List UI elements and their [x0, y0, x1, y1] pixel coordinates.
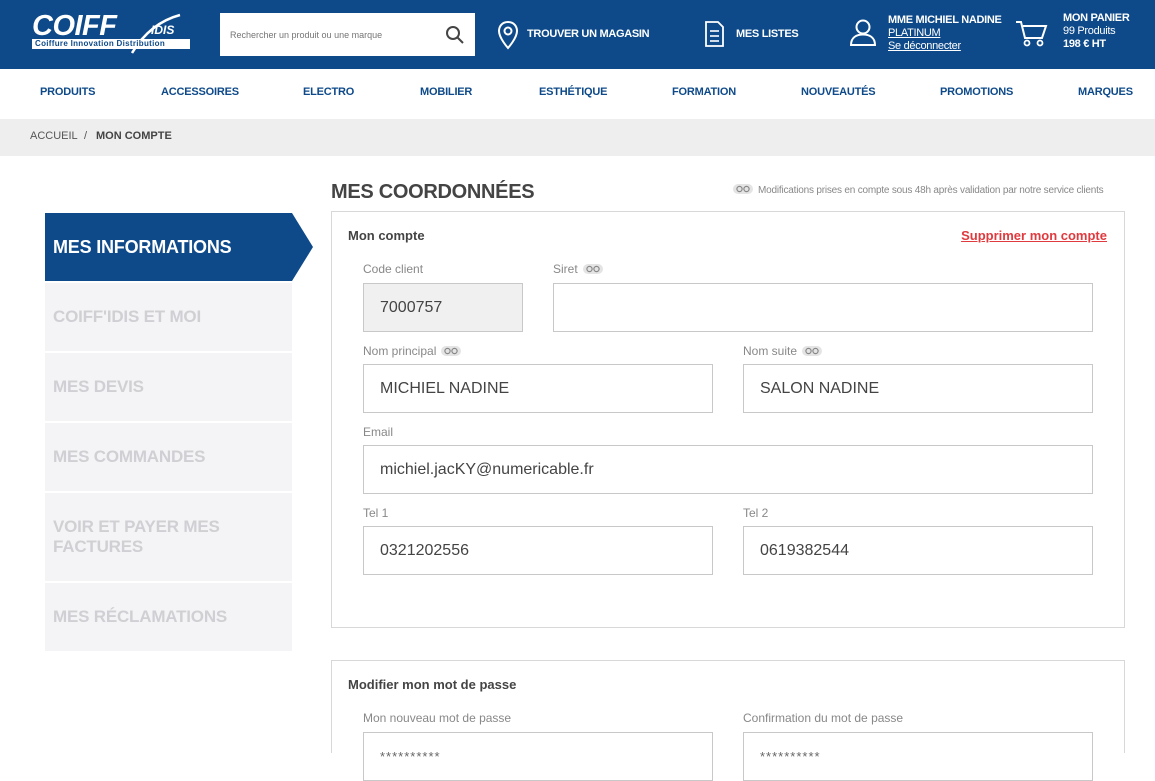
page-title: MES COORDONNÉES [331, 181, 535, 203]
new-password-label: Mon nouveau mot de passe [363, 711, 512, 725]
account-panel-title: Mon compte [348, 228, 425, 243]
breadcrumb-current: MON COMPTE [96, 130, 172, 142]
delete-account-link[interactable]: Supprimer mon compte [961, 228, 1107, 243]
find-store-link[interactable]: TROUVER UN MAGASIN [527, 28, 650, 40]
account-name: MME MICHIEL NADINE [888, 14, 1002, 26]
logout-link[interactable]: Se déconnecter [888, 40, 1002, 53]
search-input[interactable] [220, 13, 440, 56]
cart-count: 99 Produits [1063, 25, 1116, 37]
cart-icon[interactable] [1014, 18, 1050, 48]
glasses-icon [582, 264, 603, 274]
sidebar-item-mes-devis[interactable]: MES DEVIS [45, 353, 292, 421]
sidebar-item-label: COIFF'IDIS ET MOI [53, 307, 201, 326]
validation-notice-text: Modifications prises en compte sous 48h … [758, 185, 1104, 196]
password-panel-title: Modifier mon mot de passe [348, 677, 517, 692]
new-password-field[interactable]: ********** [363, 732, 713, 781]
cart-summary[interactable]: MON PANIER 99 Produits 198 € HT [1063, 12, 1130, 51]
email-field[interactable]: michiel.jacKY@numericable.fr [363, 445, 1093, 494]
tel1-field[interactable]: 0321202556 [363, 526, 713, 575]
sidebar-item-label: MES COMMANDES [53, 447, 206, 466]
nav-item-accessoires[interactable]: ACCESSOIRES [161, 86, 239, 98]
validation-notice: Modifications prises en compte sous 48h … [733, 184, 1104, 196]
nav-item-marques[interactable]: MARQUES [1078, 86, 1133, 98]
sidebar-item-label: MES INFORMATIONS [53, 237, 232, 257]
password-panel: Modifier mon mot de passe Mon nouveau mo… [331, 660, 1125, 781]
breadcrumb-home[interactable]: ACCUEIL [30, 130, 78, 142]
nav-item-produits[interactable]: PRODUITS [40, 86, 95, 98]
list-icon[interactable] [703, 20, 725, 48]
sidebar-item-label: MES RÉCLAMATIONS [53, 607, 228, 626]
cart-total: 198 € HT [1063, 38, 1106, 50]
my-lists-link[interactable]: MES LISTES [736, 28, 799, 40]
main-nav: PRODUITS ACCESSOIRES ELECTRO MOBILIER ES… [0, 69, 1155, 119]
nav-item-mobilier[interactable]: MOBILIER [420, 86, 472, 98]
code-client-label: Code client [363, 262, 424, 276]
nom-suite-field[interactable]: SALON NADINE [743, 364, 1093, 413]
coiffidis-logo[interactable]: COIFF IDIS Coiffure Innovation Distribut… [30, 11, 190, 55]
tel1-label: Tel 1 [363, 506, 389, 520]
confirm-password-label: Confirmation du mot de passe [743, 711, 904, 725]
nav-item-esthetique[interactable]: ESTHÉTIQUE [539, 86, 607, 98]
logo-suffix-text: IDIS [151, 23, 175, 37]
nom-principal-label: Nom principal [363, 344, 462, 358]
nav-item-formation[interactable]: FORMATION [672, 86, 736, 98]
map-pin-icon[interactable] [497, 20, 519, 50]
nom-suite-label-text: Nom suite [743, 344, 798, 358]
nom-principal-label-text: Nom principal [363, 344, 437, 358]
breadcrumb: ACCUEIL / MON COMPTE [0, 119, 1155, 156]
sidebar-item-coiffidis-et-moi[interactable]: COIFF'IDIS ET MOI [45, 283, 292, 351]
user-icon[interactable] [848, 17, 878, 47]
breadcrumb-separator: / [84, 130, 88, 142]
account-tier-link[interactable]: PLATINUM [888, 27, 1002, 40]
siret-label: Siret [553, 262, 603, 276]
account-panel: Mon compte Supprimer mon compte Code cli… [331, 211, 1125, 628]
tel2-field[interactable]: 0619382544 [743, 526, 1093, 575]
cart-title: MON PANIER [1063, 12, 1130, 24]
glasses-icon [441, 346, 462, 356]
account-summary: MME MICHIEL NADINE PLATINUM Se déconnect… [888, 14, 1002, 53]
sidebar-item-factures[interactable]: VOIR ET PAYER MES FACTURES [45, 493, 292, 581]
siret-field[interactable] [553, 283, 1093, 332]
logo-tagline: Coiffure Innovation Distribution [32, 39, 190, 49]
code-client-field: 7000757 [363, 283, 523, 332]
sidebar-item-label: VOIR ET PAYER MES FACTURES [53, 517, 220, 556]
glasses-icon [802, 346, 823, 356]
sidebar-item-mes-reclamations[interactable]: MES RÉCLAMATIONS [45, 583, 292, 651]
sidebar-item-mes-informations[interactable]: MES INFORMATIONS [45, 213, 313, 281]
nom-principal-field[interactable]: MICHIEL NADINE [363, 364, 713, 413]
nav-item-promotions[interactable]: PROMOTIONS [940, 86, 1013, 98]
sidebar-item-mes-commandes[interactable]: MES COMMANDES [45, 423, 292, 491]
search-box [220, 13, 475, 56]
email-label: Email [363, 425, 394, 439]
nav-item-nouveautes[interactable]: NOUVEAUTÉS [801, 86, 876, 98]
siret-label-text: Siret [553, 262, 578, 276]
tel2-label: Tel 2 [743, 506, 769, 520]
search-icon[interactable] [445, 25, 465, 45]
sidebar-item-label: MES DEVIS [53, 377, 144, 396]
nav-item-electro[interactable]: ELECTRO [303, 86, 354, 98]
nom-suite-label: Nom suite [743, 344, 823, 358]
logo-main-text: COIFF [32, 10, 117, 42]
glasses-icon [733, 184, 753, 194]
confirm-password-field[interactable]: ********** [743, 732, 1093, 781]
site-header: COIFF IDIS Coiffure Innovation Distribut… [0, 0, 1155, 69]
